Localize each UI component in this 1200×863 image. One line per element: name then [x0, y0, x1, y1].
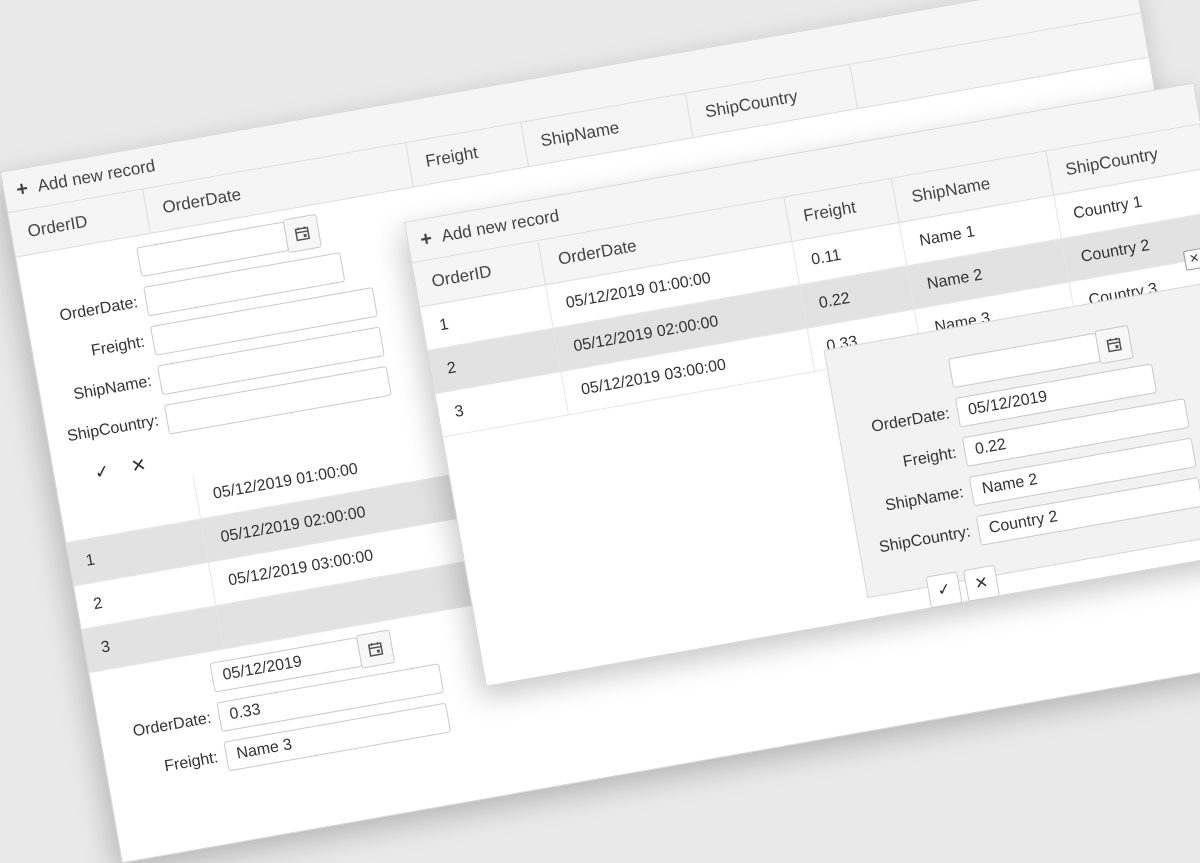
plus-icon[interactable]: +: [418, 227, 434, 252]
calendar-icon[interactable]: [1094, 325, 1133, 364]
calendar-icon[interactable]: [283, 214, 322, 253]
close-icon[interactable]: ✕: [963, 565, 1000, 602]
check-icon[interactable]: ✓: [93, 460, 112, 483]
check-icon[interactable]: ✓: [926, 571, 963, 608]
close-icon[interactable]: ✕: [1183, 248, 1200, 271]
close-icon[interactable]: ✕: [129, 454, 148, 477]
plus-icon[interactable]: +: [14, 177, 30, 202]
calendar-icon[interactable]: [356, 629, 395, 668]
freight-label: Freight:: [106, 748, 227, 787]
shipcountry-label: ShipCountry:: [859, 522, 980, 561]
